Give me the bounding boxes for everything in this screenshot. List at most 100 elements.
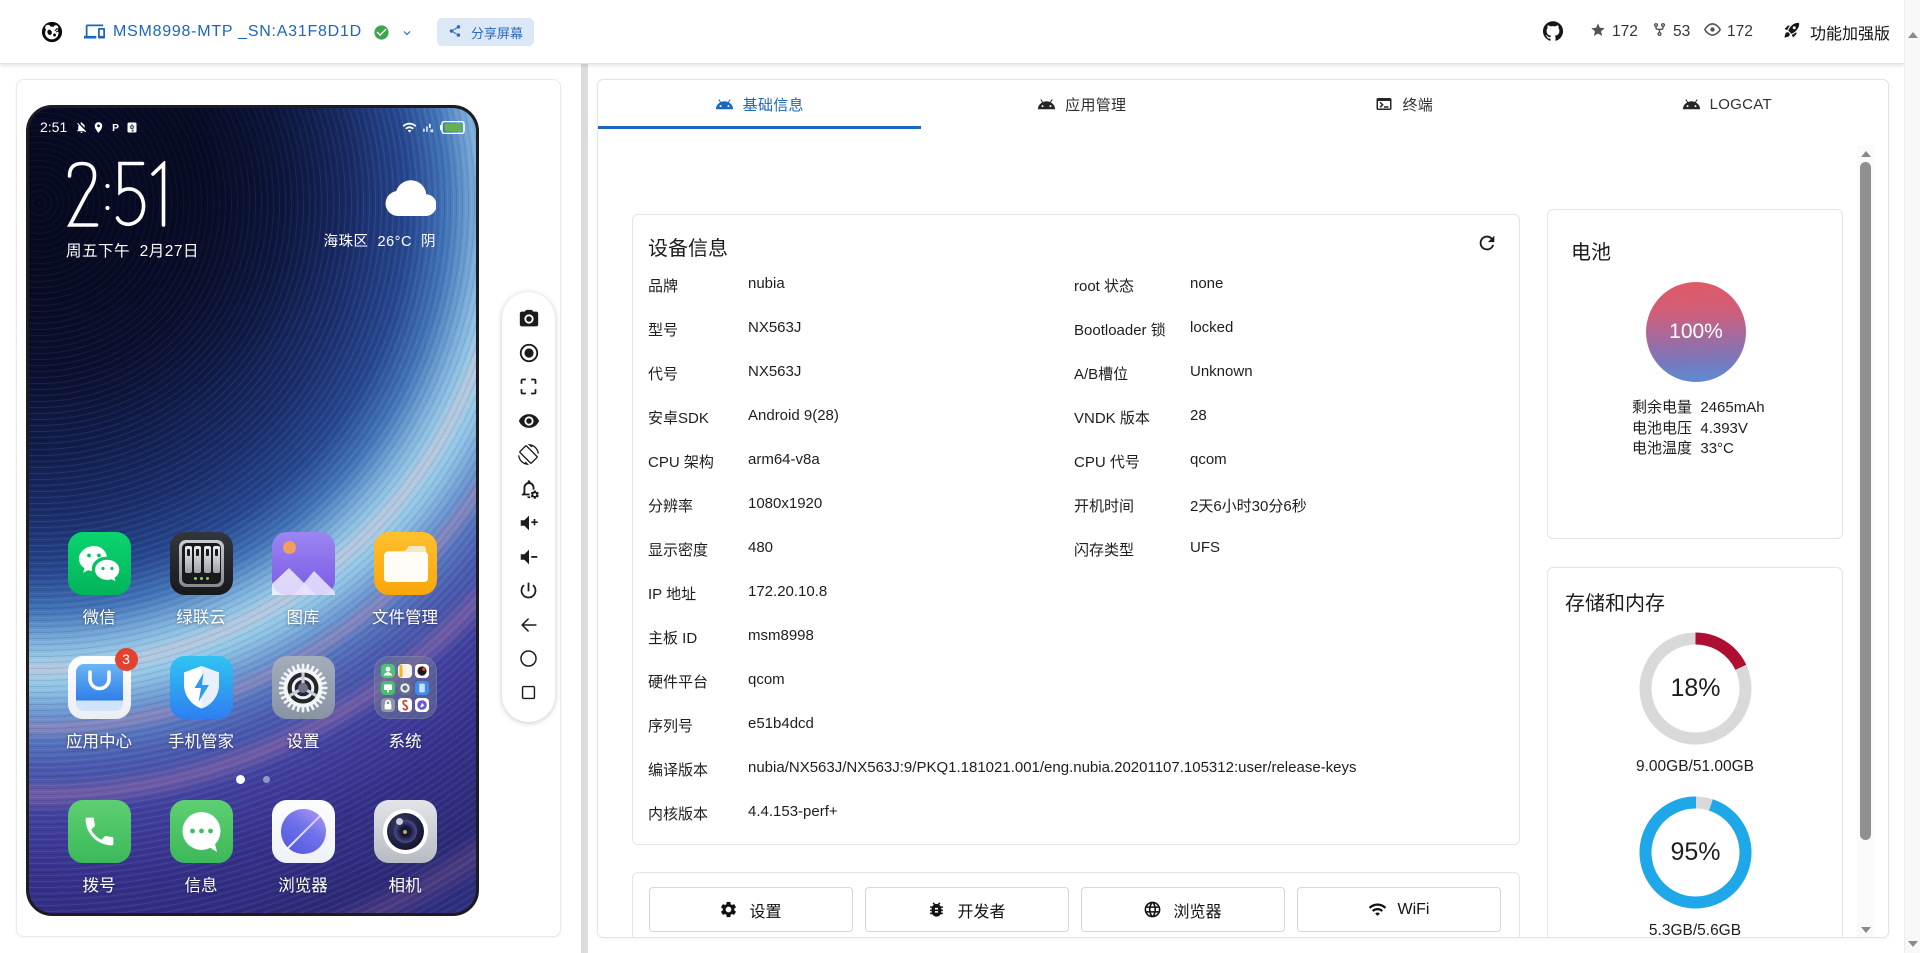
info-label: CPU 架构 <box>648 451 714 472</box>
content-scroll-up-icon[interactable] <box>1861 151 1871 157</box>
app-manager[interactable]: 手机管家 <box>155 656 247 752</box>
manager-app-icon <box>170 656 233 719</box>
app-settings[interactable]: 设置 <box>257 656 349 752</box>
app-label: 绿联云 <box>155 604 247 628</box>
rotate-icon <box>518 444 539 468</box>
phone-clock-widget: 周五下午 2月27日 <box>66 161 199 261</box>
app-wechat[interactable]: 微信 <box>53 532 145 628</box>
info-row: IP 地址 172.20.10.8 <box>633 583 1519 607</box>
tab-1[interactable]: 应用管理 <box>921 80 1244 128</box>
files-app-icon <box>374 532 437 595</box>
content-scrollbar[interactable] <box>1857 145 1874 938</box>
android-icon <box>1037 95 1056 114</box>
info-value: 480 <box>748 539 773 556</box>
power-button[interactable] <box>517 580 541 604</box>
app-camera[interactable]: 相机 <box>359 800 451 896</box>
content-scroll-thumb[interactable] <box>1860 162 1871 840</box>
tab-2[interactable]: 终端 <box>1243 80 1566 128</box>
action-gear-button[interactable]: 设置 <box>649 887 853 932</box>
active-tab-indicator <box>598 126 921 129</box>
action-wifi-button[interactable]: WiFi <box>1297 887 1501 932</box>
github-watchers: 172 <box>1704 0 1753 64</box>
page-scrollbar[interactable] <box>1904 0 1920 953</box>
refresh-button[interactable] <box>1475 232 1499 256</box>
battery-detail-row: 剩余电量 2465mAh <box>1632 398 1765 419</box>
info-value: Unknown <box>1190 363 1253 380</box>
tab-bar: 基础信息 应用管理 终端 LOGCAT <box>598 80 1888 128</box>
content-scroll-down-icon[interactable] <box>1861 927 1871 933</box>
info-value: qcom <box>1190 451 1227 468</box>
info-value: e51b4dcd <box>748 715 814 732</box>
scroll-up-arrow-icon[interactable] <box>1908 32 1918 38</box>
device-mirror-panel: 2:51 P 周五下午 2月27日 海珠区 26°C 阴 微信 <box>16 79 561 937</box>
signal-x-icon <box>421 121 436 134</box>
power-icon <box>518 580 539 604</box>
recents-button[interactable] <box>517 682 541 706</box>
app-gallery[interactable]: 图库 <box>257 532 349 628</box>
info-value: 172.20.10.8 <box>748 583 827 600</box>
device-title-link[interactable]: MSM8998-MTP _SN:A31F8D1D <box>113 0 362 64</box>
share-icon <box>448 24 462 41</box>
app-label: 图库 <box>257 604 349 628</box>
enhanced-version-link[interactable]: 功能加强版 <box>1783 0 1890 64</box>
status-right-icons <box>402 120 465 135</box>
app-messages[interactable]: 信息 <box>155 800 247 896</box>
home-button[interactable] <box>517 648 541 672</box>
weather-text: 海珠区 26°C 阴 <box>323 230 436 251</box>
app-label: 浏览器 <box>257 872 349 896</box>
info-label: 代号 <box>648 363 678 384</box>
pane-splitter[interactable] <box>581 64 588 953</box>
info-row: 型号 NX563J Bootloader 锁 locked <box>633 319 1519 343</box>
app-label: 应用中心 <box>53 728 145 752</box>
quick-actions-card: 设置 开发者 浏览器 WiFi <box>632 872 1520 938</box>
status-left-icons: P <box>75 121 138 134</box>
wechat-app-icon <box>68 532 131 595</box>
appcenter-app-icon: 3 <box>68 656 131 719</box>
battery-level-circle: 100% <box>1646 282 1746 382</box>
page-dot <box>263 776 270 783</box>
rotate-screen-button[interactable] <box>517 444 541 468</box>
scroll-down-arrow-icon[interactable] <box>1908 941 1918 947</box>
info-label: 分辨率 <box>648 495 693 516</box>
github-icon[interactable] <box>1543 21 1563 46</box>
back-button[interactable] <box>517 614 541 638</box>
fullscreen-button[interactable] <box>517 376 541 400</box>
square-icon <box>519 683 538 705</box>
memory-percent: 95% <box>1633 790 1758 915</box>
top-bar: MSM8998-MTP _SN:A31F8D1D 分享屏幕 172 53 172… <box>0 0 1904 64</box>
app-ugreen[interactable]: 绿联云 <box>155 532 247 628</box>
screen-record-button[interactable] <box>517 342 541 366</box>
notifications-off-icon <box>75 121 88 134</box>
info-label: 主板 ID <box>648 627 697 648</box>
app-appcenter[interactable]: 3 应用中心 <box>53 656 145 752</box>
battery-percent: 100% <box>1669 320 1723 344</box>
memory-donut: 95% <box>1633 790 1758 915</box>
notification-settings-button[interactable] <box>517 478 541 502</box>
settings-app-icon <box>272 656 335 719</box>
arrow-back-icon <box>518 614 540 639</box>
gear-icon <box>719 900 738 919</box>
volume-up-button[interactable] <box>517 512 541 536</box>
info-label: root 状态 <box>1074 275 1134 296</box>
view-button[interactable] <box>517 410 541 434</box>
tab-0[interactable]: 基础信息 <box>598 80 921 128</box>
tab-3[interactable]: LOGCAT <box>1566 80 1889 128</box>
info-label: 序列号 <box>648 715 693 736</box>
app-system[interactable]: 系统 <box>359 656 451 752</box>
action-bug-button[interactable]: 开发者 <box>865 887 1069 932</box>
chevron-down-icon[interactable] <box>400 26 414 45</box>
app-label: 相机 <box>359 872 451 896</box>
app-dialer[interactable]: 拨号 <box>53 800 145 896</box>
page-dot-active <box>236 775 245 784</box>
share-screen-button[interactable]: 分享屏幕 <box>437 18 534 46</box>
app-files[interactable]: 文件管理 <box>359 532 451 628</box>
screenshot-button[interactable] <box>517 308 541 332</box>
info-label: 编译版本 <box>648 759 708 780</box>
volume-down-button[interactable] <box>517 546 541 570</box>
status-time: 2:51 <box>40 119 67 135</box>
action-globe-button[interactable]: 浏览器 <box>1081 887 1285 932</box>
cloud-icon <box>384 203 436 220</box>
app-browser[interactable]: 浏览器 <box>257 800 349 896</box>
info-row: CPU 架构 arm64-v8a CPU 代号 qcom <box>633 451 1519 475</box>
phone-screen[interactable]: 2:51 P 周五下午 2月27日 海珠区 26°C 阴 微信 <box>26 105 479 916</box>
